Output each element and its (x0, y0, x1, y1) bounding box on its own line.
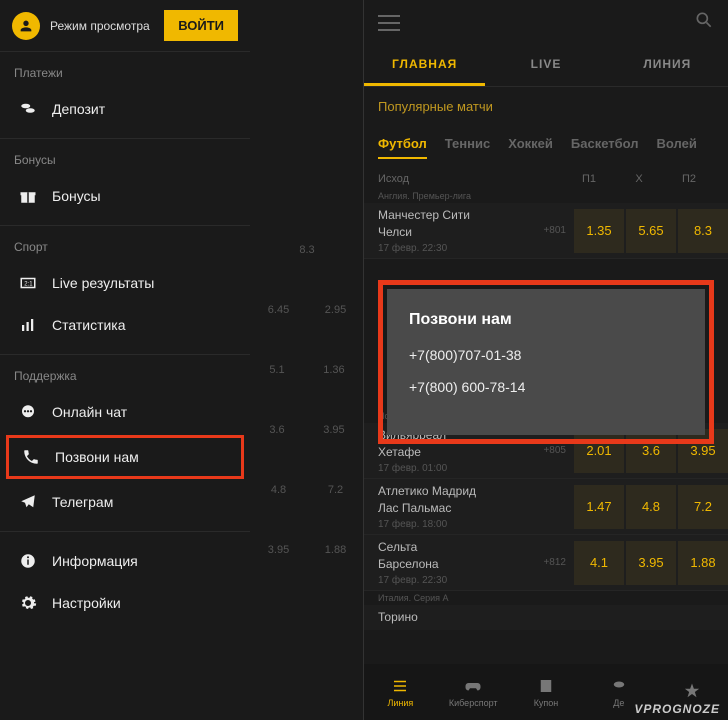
section-payments: Платежи Депозит (0, 51, 250, 138)
bar-chart-icon (18, 315, 38, 335)
gift-icon (18, 186, 38, 206)
section-sport: Спорт 2:1 Live результаты Статистика (0, 225, 250, 354)
odd-p1[interactable]: 1.35 (574, 209, 624, 253)
menu-bonuses[interactable]: Бонусы (0, 175, 250, 217)
sidebar: Режим просмотра ВОЙТИ Платежи Депозит Бо… (0, 0, 250, 632)
menu-call-us[interactable]: Позвони нам (6, 435, 244, 479)
phone-icon (21, 447, 41, 467)
login-button[interactable]: ВОЙТИ (164, 10, 238, 41)
menu-label: Телеграм (52, 494, 113, 510)
match-row[interactable]: Манчестер СитиЧелси17 февр. 22:30 +801 1… (364, 203, 728, 259)
hamburger-icon[interactable] (378, 15, 400, 31)
menu-label: Настройки (52, 595, 121, 611)
section-misc: Информация Настройки (0, 531, 250, 632)
right-pane: ГЛАВНАЯ LIVE ЛИНИЯ Популярные матчи Футб… (364, 0, 728, 720)
user-icon (18, 18, 34, 34)
sports-filter: Футбол Теннис Хоккей Баскетбол Волей (364, 126, 728, 169)
coins-icon (18, 99, 38, 119)
x-header: X (614, 173, 664, 185)
menu-settings[interactable]: Настройки (0, 582, 250, 624)
popular-matches-label: Популярные матчи (364, 87, 728, 126)
menu-label: Live результаты (52, 275, 154, 291)
section-title: Поддержка (0, 363, 250, 391)
odd-x[interactable]: 5.65 (626, 209, 676, 253)
section-title: Спорт (0, 234, 250, 262)
avatar[interactable] (12, 12, 40, 40)
tab-line[interactable]: ЛИНИЯ (607, 45, 728, 86)
nav-coupon[interactable]: Купон (510, 664, 583, 720)
call-us-modal: Позвони нам +7(800)707-01-38 +7(800) 600… (378, 280, 714, 444)
gear-icon (18, 593, 38, 613)
p2-header: П2 (664, 173, 714, 185)
outcome-label: Исход (378, 173, 564, 185)
phone-number-1[interactable]: +7(800)707-01-38 (409, 347, 683, 363)
sport-hockey[interactable]: Хоккей (508, 136, 553, 159)
league-label: Англия. Премьер-лига (364, 189, 728, 203)
menu-label: Статистика (52, 317, 126, 333)
odd-p2[interactable]: 8.3 (678, 209, 728, 253)
odd-x[interactable]: 4.8 (626, 485, 676, 529)
section-support: Поддержка Онлайн чат Позвони нам Телегра… (0, 354, 250, 531)
odd-p2[interactable]: 7.2 (678, 485, 728, 529)
odd-x[interactable]: 3.95 (626, 541, 676, 585)
section-title: Бонусы (0, 147, 250, 175)
menu-info[interactable]: Информация (0, 540, 250, 582)
sport-football[interactable]: Футбол (378, 136, 427, 159)
left-pane: 8.3 6.452.95 5.11.36 3.63.95 4.87.2 3.95… (0, 0, 364, 720)
menu-stats[interactable]: Статистика (0, 304, 250, 346)
nav-cybersport[interactable]: Киберспорт (437, 664, 510, 720)
chat-icon (18, 402, 38, 422)
menu-label: Позвони нам (55, 449, 139, 465)
menu-chat[interactable]: Онлайн чат (0, 391, 250, 433)
section-bonuses: Бонусы Бонусы (0, 138, 250, 225)
right-header (364, 0, 728, 45)
svg-text:2:1: 2:1 (24, 281, 33, 287)
menu-telegram[interactable]: Телеграм (0, 481, 250, 523)
menu-label: Депозит (52, 101, 105, 117)
menu-label: Онлайн чат (52, 404, 127, 420)
section-title: Платежи (0, 60, 250, 88)
p1-header: П1 (564, 173, 614, 185)
telegram-icon (18, 492, 38, 512)
match-row[interactable]: Торино (364, 605, 728, 630)
tab-main[interactable]: ГЛАВНАЯ (364, 45, 485, 86)
view-mode-label: Режим просмотра (50, 19, 154, 33)
nav-line[interactable]: Линия (364, 664, 437, 720)
menu-label: Информация (52, 553, 138, 569)
info-icon (18, 551, 38, 571)
odd-p1[interactable]: 4.1 (574, 541, 624, 585)
odds-header: Исход П1 X П2 (364, 169, 728, 189)
phone-number-2[interactable]: +7(800) 600-78-14 (409, 379, 683, 395)
top-tabs: ГЛАВНАЯ LIVE ЛИНИЯ (364, 45, 728, 87)
scoreboard-icon: 2:1 (18, 273, 38, 293)
sport-basketball[interactable]: Баскетбол (571, 136, 639, 159)
menu-live-results[interactable]: 2:1 Live результаты (0, 262, 250, 304)
modal-title: Позвони нам (409, 311, 683, 329)
user-bar: Режим просмотра ВОЙТИ (0, 0, 250, 51)
tab-live[interactable]: LIVE (485, 45, 606, 86)
menu-deposit[interactable]: Депозит (0, 88, 250, 130)
sport-volleyball[interactable]: Волей (657, 136, 697, 159)
match-row[interactable]: СельтаБарселона17 февр. 22:30 +812 4.1 3… (364, 535, 728, 591)
sport-tennis[interactable]: Теннис (445, 136, 490, 159)
watermark: VPROGNOZE (634, 702, 720, 716)
league-label: Италия. Серия А (364, 591, 728, 605)
menu-label: Бонусы (52, 188, 101, 204)
search-icon[interactable] (694, 10, 714, 35)
odd-p2[interactable]: 1.88 (678, 541, 728, 585)
match-row[interactable]: Атлетико МадридЛас Пальмас17 февр. 18:00… (364, 479, 728, 535)
odd-p1[interactable]: 1.47 (574, 485, 624, 529)
ghost-odds: 8.3 6.452.95 5.11.36 3.63.95 4.87.2 3.95… (250, 50, 364, 580)
